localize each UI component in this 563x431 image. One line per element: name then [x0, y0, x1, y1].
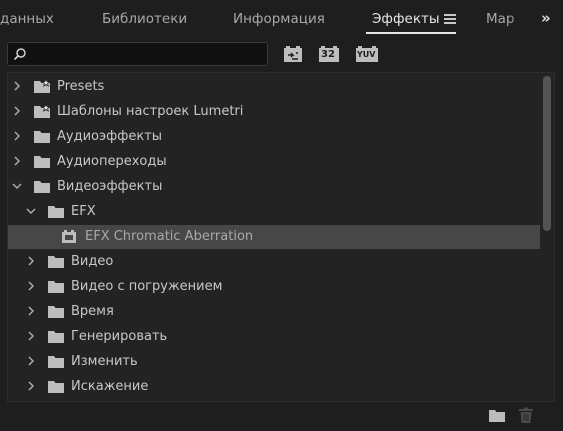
- tree-item-label: Presets: [57, 79, 105, 94]
- folder-icon: [48, 381, 64, 393]
- folder-item[interactable]: Аудиоэффекты: [8, 125, 540, 149]
- search-icon: [13, 48, 26, 61]
- folder-icon: [48, 306, 64, 318]
- yuv-label: YUV: [357, 50, 376, 59]
- tab-bar: данных Библиотеки Информация Эффекты Мар…: [0, 0, 563, 38]
- trash-icon[interactable]: [518, 407, 534, 423]
- 32-bit-label: 32: [321, 49, 335, 60]
- tree-item-label: EFX: [71, 204, 96, 219]
- folder-icon: [48, 256, 64, 268]
- folder-icon: [34, 181, 50, 193]
- search-input[interactable]: [32, 46, 262, 62]
- folder-item[interactable]: Presets: [8, 75, 540, 99]
- folder-icon: [48, 331, 64, 343]
- effect-icon: [62, 230, 76, 243]
- tree-item-label: EFX Chromatic Aberration: [85, 229, 254, 244]
- active-tab-underline: [366, 32, 456, 34]
- folder-item[interactable]: Шаблоны настроек Lumetri: [8, 100, 540, 124]
- yuv-effects-icon[interactable]: YUV: [355, 44, 379, 64]
- scrollbar[interactable]: [541, 73, 553, 401]
- chevron-down-icon[interactable]: [26, 206, 36, 216]
- chevron-right-icon[interactable]: [12, 156, 22, 166]
- new-bin-icon[interactable]: [488, 407, 506, 423]
- tab-libraries[interactable]: Библиотеки: [102, 11, 187, 27]
- tree-item-label: Видеоэффекты: [57, 179, 163, 194]
- folder-icon: [34, 156, 50, 168]
- folder-item[interactable]: Время: [8, 300, 540, 324]
- folder-item[interactable]: Изменить: [8, 350, 540, 374]
- folder-icon: [48, 281, 64, 293]
- search-field[interactable]: [7, 42, 268, 66]
- tree-item-label: Искажение: [71, 379, 149, 394]
- chevron-right-icon[interactable]: [26, 256, 36, 266]
- folder-icon: [48, 206, 64, 218]
- tree-item-label: Видео с погружением: [71, 279, 223, 294]
- tree-item-label: Генерировать: [71, 329, 168, 344]
- tree-item-label: Аудиоэффекты: [57, 129, 163, 144]
- accelerated-effects-icon[interactable]: [282, 44, 304, 64]
- panel-menu-icon[interactable]: [444, 14, 456, 24]
- 32-bit-color-icon[interactable]: 32: [318, 44, 340, 64]
- chevron-down-icon[interactable]: [12, 181, 22, 191]
- tree-item-label: Время: [71, 304, 114, 319]
- folder-item[interactable]: Аудиопереходы: [8, 150, 540, 174]
- chevron-right-icon[interactable]: [26, 356, 36, 366]
- tab-fade: [508, 0, 538, 38]
- star-folder-icon: [34, 79, 51, 93]
- tab-info[interactable]: Информация: [233, 11, 325, 27]
- tab-effects[interactable]: Эффекты: [372, 11, 440, 27]
- tree-item-label: Видео: [71, 254, 114, 269]
- effects-panel: данных Библиотеки Информация Эффекты Мар…: [0, 0, 563, 431]
- folder-item[interactable]: EFX: [8, 200, 540, 224]
- effects-tree: Presets Шаблоны настроек Lumetri Аудиоэффе…: [7, 72, 555, 402]
- chevron-right-icon[interactable]: [26, 381, 36, 391]
- folder-icon: [48, 356, 64, 368]
- folder-item[interactable]: Видео: [8, 250, 540, 274]
- chevron-right-icon[interactable]: [12, 131, 22, 141]
- tab-overflow-icon[interactable]: »: [541, 9, 551, 27]
- star-folder-icon: [34, 104, 51, 118]
- chevron-right-icon[interactable]: [26, 331, 36, 341]
- folder-item[interactable]: Генерировать: [8, 325, 540, 349]
- scrollbar-thumb[interactable]: [543, 76, 551, 231]
- chevron-right-icon[interactable]: [26, 306, 36, 316]
- folder-icon: [34, 131, 50, 143]
- folder-item[interactable]: Видеоэффекты: [8, 175, 540, 199]
- chevron-right-icon[interactable]: [26, 281, 36, 291]
- chevron-right-icon[interactable]: [12, 106, 22, 116]
- chevron-right-icon[interactable]: [12, 81, 22, 91]
- tree-item-label: Изменить: [71, 354, 138, 369]
- tab-metadata[interactable]: данных: [0, 11, 54, 27]
- effect-item[interactable]: EFX Chromatic Aberration: [8, 225, 540, 249]
- folder-item[interactable]: Видео с погружением: [8, 275, 540, 299]
- tree-item-label: Шаблоны настроек Lumetri: [57, 104, 244, 119]
- folder-item[interactable]: Искажение: [8, 375, 540, 399]
- tree-item-label: Аудиопереходы: [57, 154, 167, 169]
